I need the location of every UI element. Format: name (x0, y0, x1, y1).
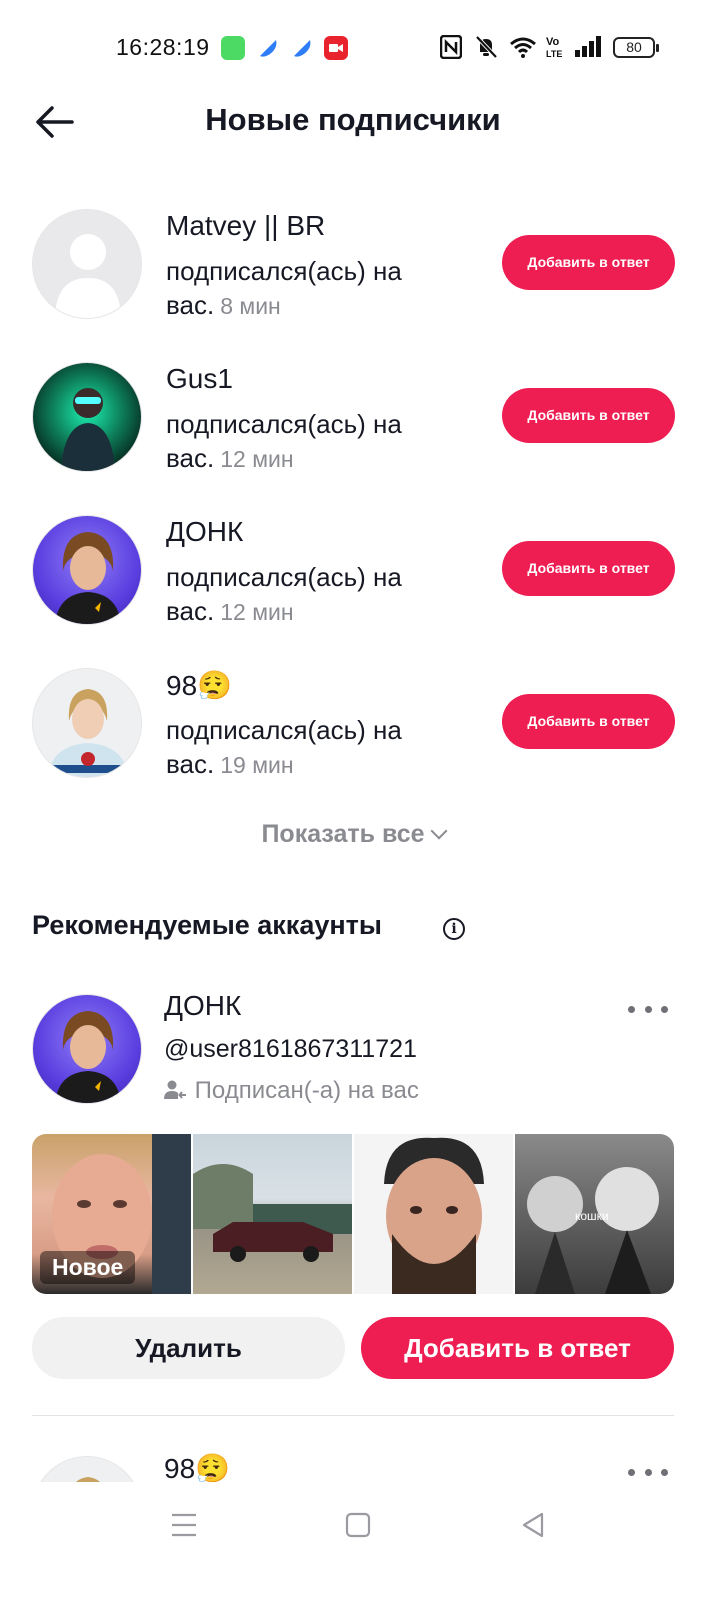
video-thumbnails: Новое кошки (32, 1134, 674, 1294)
add-back-button-large[interactable]: Добавить в ответ (361, 1317, 674, 1379)
video-thumbnail[interactable] (354, 1134, 513, 1294)
back-triangle-icon[interactable] (520, 1511, 546, 1539)
mute-icon (474, 33, 498, 61)
more-options-icon[interactable] (628, 1462, 668, 1482)
video-thumbnail[interactable]: Новое (32, 1134, 191, 1294)
follower-text: подписался(ась) на (166, 409, 402, 439)
follower-text-line2: вас. 8 мин (166, 290, 281, 320)
browser-icon-2 (290, 36, 314, 60)
follower-text: подписался(ась) на (166, 562, 402, 592)
remove-button[interactable]: Удалить (32, 1317, 345, 1379)
show-all-link[interactable]: Показать все (0, 820, 706, 849)
add-back-button[interactable]: Добавить в ответ (502, 694, 675, 749)
new-badge: Новое (40, 1251, 136, 1284)
status-bar: 16:28:19 Vo LTE 80 (0, 0, 720, 96)
follower-row[interactable]: ДОНК подписался(ась) на вас. 12 мин Добав… (0, 506, 720, 656)
page-title: Новые подписчики (205, 102, 501, 137)
avatar[interactable] (32, 668, 142, 778)
nfc-icon (440, 33, 462, 61)
follower-text: подписался(ась) на (166, 256, 402, 286)
avatar[interactable] (32, 515, 142, 625)
menu-icon[interactable] (170, 1512, 198, 1538)
follow-time: 12 мин (220, 599, 294, 625)
follow-time: 19 мин (220, 752, 294, 778)
recommended-title: Рекомендуемые аккаунты (32, 910, 382, 940)
follower-text: подписался(ась) на (166, 715, 402, 745)
follower-name[interactable]: Gus1 (166, 363, 233, 395)
chevron-down-icon (430, 822, 448, 840)
follower-row[interactable]: Matvey || BR подписался(ась) на вас. 8 ми… (0, 200, 720, 350)
video-thumbnail[interactable] (193, 1134, 352, 1294)
system-nav-bar (0, 1482, 720, 1600)
follow-time: 12 мин (220, 446, 294, 472)
follower-text-line2: вас. 12 мин (166, 596, 294, 626)
avatar[interactable] (32, 362, 142, 472)
follow-time: 8 мин (220, 293, 281, 319)
avatar[interactable] (32, 1456, 142, 1482)
screen-record-icon (324, 36, 348, 60)
follower-row[interactable]: Gus1 подписался(ась) на вас. 12 мин Добав… (0, 353, 720, 503)
signal-icon (573, 33, 603, 61)
follower-row[interactable]: 98😮‍💨 подписался(ась) на вас. 19 мин Доба… (0, 659, 720, 809)
app-store-icon (221, 36, 245, 60)
follower-name[interactable]: Matvey || BR (166, 210, 325, 242)
browser-icon (256, 36, 280, 60)
status-time: 16:28:19 (116, 34, 210, 60)
recommended-name[interactable]: ДОНК (164, 990, 241, 1022)
recommended-handle: @user8161867311721 (164, 1035, 417, 1063)
battery-indicator: 80 (613, 37, 659, 58)
follower-name[interactable]: 98😮‍💨 (166, 669, 232, 702)
thumbnail-caption: кошки (575, 1209, 609, 1223)
wifi-icon (509, 33, 537, 61)
recommended-name[interactable]: 98😮‍💨 (164, 1452, 230, 1482)
follows-you-status: Подписан(-а) на вас (164, 1077, 419, 1105)
avatar[interactable] (32, 209, 142, 319)
more-options-icon[interactable] (628, 999, 668, 1019)
recommended-next-row[interactable]: 98😮‍💨 (0, 1420, 720, 1482)
follower-text-line2: вас. 19 мин (166, 749, 294, 779)
avatar[interactable] (32, 994, 142, 1104)
follower-name[interactable]: ДОНК (166, 516, 243, 548)
video-thumbnail[interactable]: кошки (515, 1134, 674, 1294)
home-icon[interactable] (345, 1512, 371, 1538)
follower-text-line2: вас. 12 мин (166, 443, 294, 473)
svg-text:LTE: LTE (546, 49, 562, 59)
add-back-button[interactable]: Добавить в ответ (502, 388, 675, 443)
add-back-button[interactable]: Добавить в ответ (502, 235, 675, 290)
info-icon[interactable]: i (443, 918, 465, 940)
person-arrow-icon (164, 1080, 186, 1099)
volte-icon: Vo LTE (545, 33, 567, 61)
svg-text:Vo: Vo (546, 36, 560, 48)
divider (32, 1415, 674, 1416)
add-back-button[interactable]: Добавить в ответ (502, 541, 675, 596)
